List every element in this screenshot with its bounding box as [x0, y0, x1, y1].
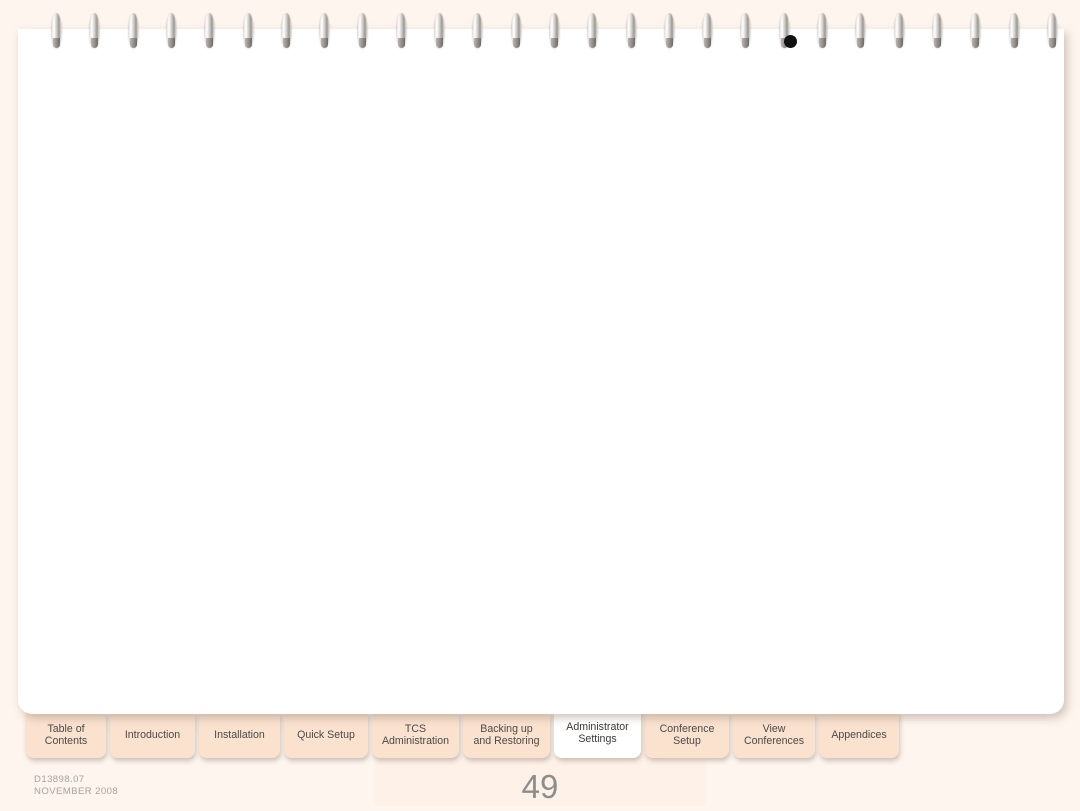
spiral-ring — [549, 13, 559, 48]
tab-introduction[interactable]: Introduction — [110, 712, 195, 758]
spiral-ring — [511, 13, 521, 48]
tab-label: Introduction — [124, 728, 181, 741]
spiral-ring — [703, 13, 713, 48]
spiral-ring — [90, 13, 100, 48]
tab-label: Backing up and Restoring — [473, 722, 540, 747]
spiral-ring — [664, 13, 674, 48]
tab-label: Appendices — [831, 728, 887, 741]
tab-appendices[interactable]: Appendices — [819, 712, 899, 758]
tab-label: Administrator Settings — [566, 720, 629, 745]
spiral-ring — [396, 13, 406, 48]
tab-conference-setup[interactable]: Conference Setup — [645, 712, 729, 758]
tab-table-of-contents[interactable]: Table of Contents — [26, 712, 106, 758]
spiral-ring — [932, 13, 942, 48]
spiral-ring — [243, 13, 253, 48]
spiral-ring — [473, 13, 483, 48]
tab-quick-setup[interactable]: Quick Setup — [284, 712, 368, 758]
spiral-ring — [856, 13, 866, 48]
tab-label: Conference Setup — [659, 722, 715, 747]
tab-label: View Conferences — [743, 722, 805, 747]
tab-label: TCS Administration — [381, 722, 450, 747]
spiral-ring — [205, 13, 215, 48]
tab-view-conferences[interactable]: View Conferences — [733, 712, 815, 758]
spiral-ring — [818, 13, 827, 48]
spiral-ring — [281, 13, 291, 48]
mouse-cursor — [784, 35, 797, 48]
tab-label: Installation — [214, 728, 265, 741]
spiral-ring — [435, 13, 444, 48]
tab-administrator-settings[interactable]: Administrator Settings — [554, 708, 641, 758]
spiral-ring — [626, 13, 636, 48]
page-number: 49 — [521, 768, 559, 805]
spiral-ring — [894, 13, 904, 48]
spiral-ring — [588, 13, 598, 48]
spiral-ring — [358, 13, 368, 48]
tab-label: Quick Setup — [297, 728, 355, 741]
spiral-ring — [1047, 13, 1057, 48]
section-tab-bar[interactable]: Table of Contents Introduction Installatio… — [26, 708, 1066, 764]
spiral-ring — [1009, 13, 1019, 48]
spiral-binding — [0, 0, 1080, 52]
tab-installation[interactable]: Installation — [199, 712, 280, 758]
tab-tcs-administration[interactable]: TCS Administration — [372, 712, 459, 758]
page-sheet — [18, 29, 1064, 714]
spiral-ring — [128, 13, 138, 48]
tab-label: Table of Contents — [44, 722, 88, 747]
spiral-ring — [741, 13, 751, 48]
tab-backing-up-and-restoring[interactable]: Backing up and Restoring — [463, 712, 550, 758]
spiral-ring — [52, 13, 61, 48]
spiral-ring — [971, 13, 981, 48]
spiral-ring — [166, 13, 176, 48]
spiral-ring — [320, 13, 330, 48]
